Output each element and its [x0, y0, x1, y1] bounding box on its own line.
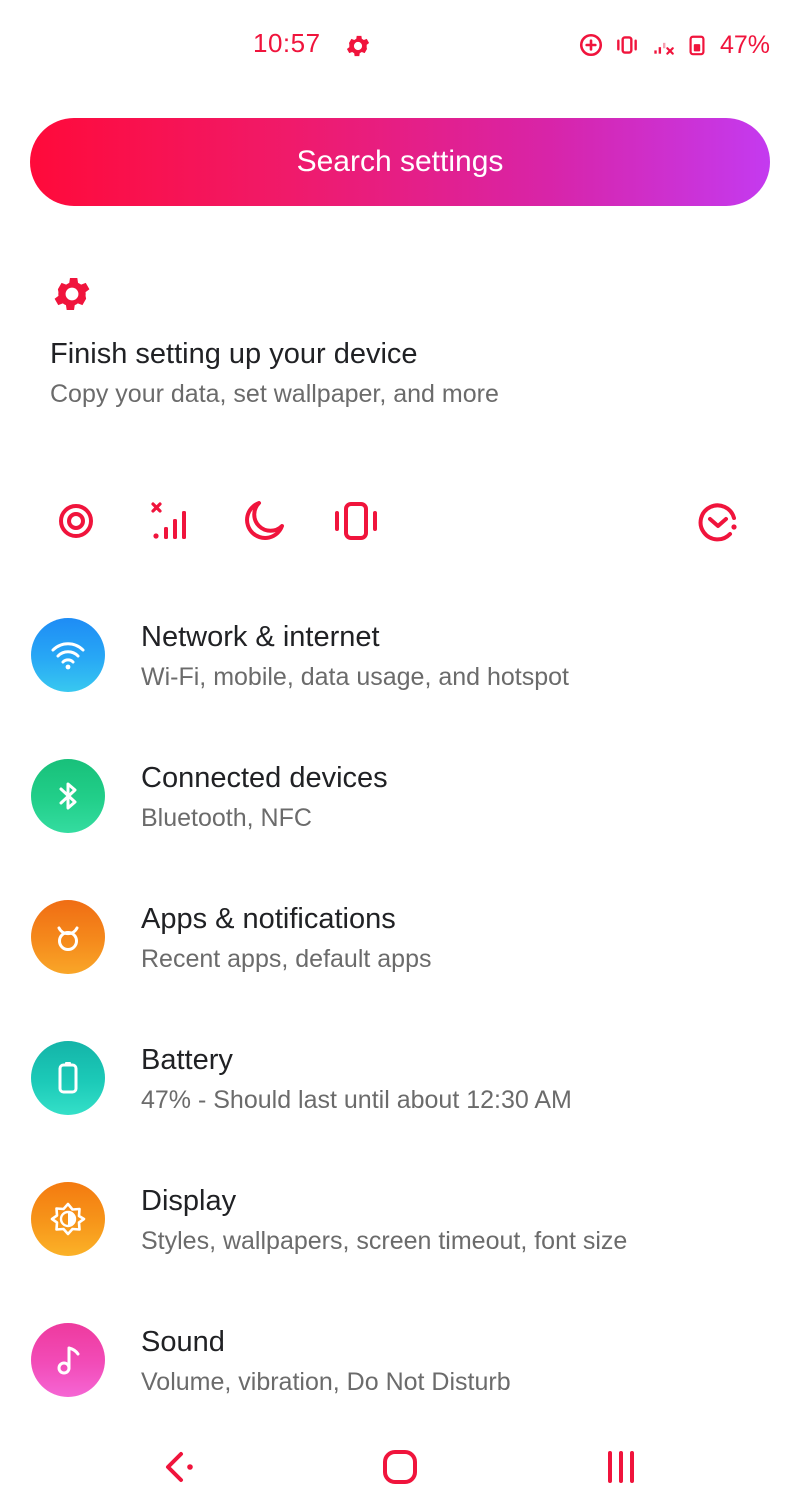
search-settings-label: Search settings — [296, 145, 504, 178]
settings-item-apps[interactable]: Apps & notifications Recent apps, defaul… — [0, 867, 800, 1008]
navigation-bar — [0, 1420, 800, 1511]
settings-screen: 10:57 47% Search settings Finish setting… — [0, 0, 800, 1511]
settings-item-battery[interactable]: Battery 47% - Should last until about 12… — [0, 1008, 800, 1149]
settings-item-display[interactable]: Display Styles, wallpapers, screen timeo… — [0, 1149, 800, 1290]
music-note-icon — [31, 1323, 105, 1397]
settings-item-title: Display — [141, 1185, 237, 1217]
status-icons: 47% — [578, 28, 770, 62]
suggestion-card[interactable]: Finish setting up your device Copy your … — [0, 250, 800, 430]
settings-gear-icon — [344, 32, 372, 60]
settings-item-subtitle: Bluetooth, NFC — [141, 804, 312, 832]
suggestion-subtitle: Copy your data, set wallpaper, and more — [50, 380, 499, 408]
settings-list: Network & internet Wi-Fi, mobile, data u… — [0, 585, 800, 1431]
settings-item-title: Battery — [141, 1044, 233, 1076]
settings-item-subtitle: Volume, vibration, Do Not Disturb — [141, 1368, 511, 1396]
no-signal-icon[interactable] — [145, 496, 195, 546]
display-brightness-icon — [31, 1182, 105, 1256]
settings-item-subtitle: Wi-Fi, mobile, data usage, and hotspot — [141, 663, 570, 691]
settings-item-sound[interactable]: Sound Volume, vibration, Do Not Disturb — [0, 1290, 800, 1431]
settings-item-connected-devices[interactable]: Connected devices Bluetooth, NFC — [0, 726, 800, 867]
battery-icon — [31, 1041, 105, 1115]
no-signal-icon — [650, 32, 676, 58]
suggestion-title: Finish setting up your device — [50, 338, 418, 370]
vibrate-icon — [614, 32, 640, 58]
settings-item-subtitle: Styles, wallpapers, screen timeout, font… — [141, 1227, 628, 1255]
settings-item-title: Network & internet — [141, 621, 380, 653]
settings-item-title: Sound — [141, 1326, 225, 1358]
recents-icon[interactable] — [596, 1442, 646, 1492]
settings-item-network[interactable]: Network & internet Wi-Fi, mobile, data u… — [0, 585, 800, 726]
conditions-bar — [0, 490, 800, 554]
status-time: 10:57 — [253, 28, 321, 58]
settings-item-subtitle: Recent apps, default apps — [141, 945, 432, 973]
wifi-icon — [31, 618, 105, 692]
apps-icon — [31, 900, 105, 974]
bluetooth-icon — [31, 759, 105, 833]
home-icon[interactable] — [375, 1442, 425, 1492]
search-settings-button[interactable]: Search settings — [30, 118, 770, 206]
do-not-disturb-moon-icon[interactable] — [239, 496, 289, 546]
status-bar: 10:57 47% — [0, 0, 800, 90]
data-saver-icon — [578, 32, 604, 58]
battery-percent: 47% — [719, 30, 770, 59]
vibrate-icon[interactable] — [331, 496, 381, 546]
settings-item-title: Apps & notifications — [141, 903, 396, 935]
hotspot-icon[interactable] — [51, 496, 101, 546]
expand-chevron-icon[interactable] — [693, 496, 743, 546]
settings-item-title: Connected devices — [141, 762, 388, 794]
back-icon[interactable] — [155, 1442, 205, 1492]
gear-icon — [50, 272, 94, 316]
settings-item-subtitle: 47% - Should last until about 12:30 AM — [141, 1086, 572, 1114]
battery-icon — [686, 31, 708, 59]
